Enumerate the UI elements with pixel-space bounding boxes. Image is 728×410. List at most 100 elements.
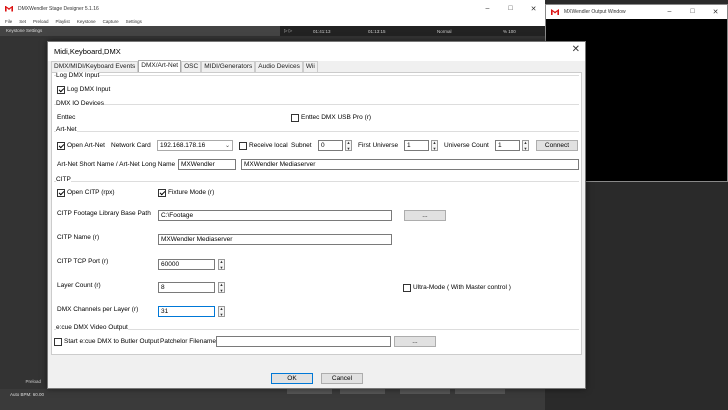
menu-playlist[interactable]: Playlist — [56, 19, 70, 24]
dialog-close-icon[interactable]: ✕ — [572, 44, 580, 55]
tab-audio-devices[interactable]: Audio Devices — [255, 61, 303, 72]
ecue-start-checkbox[interactable] — [54, 338, 62, 346]
receive-local-label: Receive local — [249, 142, 288, 149]
open-citp-label: Open CITP (rpx) — [67, 189, 115, 196]
chevron-down-icon: ⌄ — [224, 143, 230, 149]
open-citp-checkbox[interactable] — [57, 189, 65, 197]
auto-bpm-status: Auto BPM: 60.00 — [10, 392, 45, 397]
layer-count-label: Layer Count (r) — [57, 282, 101, 289]
enttec-label: Enttec — [57, 114, 76, 121]
citp-tcp-port-spinner[interactable] — [218, 259, 225, 270]
menu-file[interactable]: File — [5, 19, 12, 24]
output-minimize-icon[interactable]: – — [658, 8, 681, 16]
footage-browse-button[interactable]: ... — [404, 210, 446, 221]
universe-count-input[interactable]: 1 — [495, 140, 520, 151]
ultra-mode-label: Ultra-Mode ( With Master control ) — [413, 284, 511, 291]
connect-button[interactable]: Connect — [536, 140, 578, 151]
tab-osc[interactable]: OSC — [181, 61, 202, 72]
ecue-start-label: Start e:cue DMX to Butler Output — [64, 338, 160, 345]
subnet-spinner[interactable] — [345, 140, 352, 151]
menu-settings[interactable]: Settings — [126, 19, 142, 24]
tab-midi-generators[interactable]: MIDI/Generators — [201, 61, 256, 72]
artnet-panel: Log DMX Input Log DMX Input DMX IO Devic… — [51, 72, 582, 355]
log-dmx-input-checkbox[interactable] — [57, 86, 65, 94]
tab-wii[interactable]: Wii — [302, 61, 318, 72]
output-window-title: MXWendler Output Window — [564, 9, 626, 15]
patchelor-input[interactable] — [216, 336, 391, 347]
open-artnet-checkbox[interactable] — [57, 142, 65, 150]
dmx-io-group-label: DMX IO Devices — [56, 100, 105, 107]
fixture-mode-checkbox[interactable] — [158, 189, 166, 197]
output-close-icon[interactable]: ✕ — [704, 8, 727, 16]
cancel-button[interactable]: Cancel — [321, 373, 363, 384]
preload-label: Preload — [0, 377, 48, 386]
app-logo-icon — [5, 5, 13, 12]
log-dmx-group-label: Log DMX Input — [56, 72, 100, 79]
subnet-label: Subnet — [291, 142, 312, 149]
artnet-short-name-input[interactable]: MXWendler — [178, 159, 236, 170]
citp-name-label: CITP Name (r) — [57, 234, 100, 241]
citp-tcp-port-input[interactable]: 60000 — [158, 259, 215, 270]
patchelor-browse-button[interactable]: ... — [394, 336, 436, 347]
artnet-long-name-input[interactable]: MXWendler Mediaserver — [241, 159, 579, 170]
enttec-usb-pro-label: Enttec DMX USB Pro (r) — [301, 114, 372, 121]
output-maximize-icon[interactable]: □ — [681, 8, 704, 16]
artnet-group-label: Art-Net — [56, 126, 77, 133]
subnet-input[interactable]: 0 — [318, 140, 343, 151]
fixture-mode-label: Fixture Mode (r) — [168, 189, 215, 196]
network-card-value: 192.168.178.16 — [160, 142, 206, 149]
footage-path-label: CITP Footage Library Base Path — [57, 210, 151, 217]
dmx-channels-spinner[interactable] — [218, 306, 225, 317]
citp-name-input[interactable]: MXWendler Mediaserver — [158, 234, 392, 245]
close-icon[interactable]: ✕ — [522, 5, 545, 13]
citp-group-label: CITP — [56, 176, 71, 183]
citp-group — [54, 181, 579, 325]
dialog-tabs: DMX/MIDI/Keyboard Events DMX/Art-Net OSC… — [51, 60, 318, 72]
main-titlebar: DMXWendler Stage Designer 5.1.16 – □ ✕ — [0, 0, 545, 17]
settings-dialog: Midi,Keyboard,DMX ✕ DMX/MIDI/Keyboard Ev… — [47, 41, 586, 389]
footage-path-input[interactable]: C:\Footage — [158, 210, 392, 221]
menu-preload[interactable]: Preload — [33, 19, 49, 24]
dmx-channels-input[interactable]: 31 — [158, 306, 215, 317]
main-window-title: DMXWendler Stage Designer 5.1.16 — [18, 5, 99, 12]
dialog-title: Midi,Keyboard,DMX — [48, 42, 585, 61]
tab-dmx-midi-keyboard[interactable]: DMX/MIDI/Keyboard Events — [51, 61, 139, 72]
first-universe-input[interactable]: 1 — [404, 140, 429, 151]
tab-dmx-artnet[interactable]: DMX/Art-Net — [138, 60, 182, 72]
enttec-usb-pro-checkbox[interactable] — [291, 114, 299, 122]
patchelor-label: Patchelor Filename — [160, 338, 216, 345]
transport-time2: 01:13:15 — [368, 28, 386, 34]
ok-button[interactable]: OK — [271, 373, 313, 384]
open-artnet-label: Open Art-Net — [67, 142, 105, 149]
ecue-group-label: e:cue DMX Video Output — [56, 324, 128, 331]
first-universe-spinner[interactable] — [431, 140, 438, 151]
maximize-icon[interactable]: □ — [499, 5, 522, 13]
receive-local-checkbox[interactable] — [239, 142, 247, 150]
minimize-icon[interactable]: – — [476, 5, 499, 13]
menu-keystone[interactable]: Keystone — [77, 19, 96, 24]
layer-count-spinner[interactable] — [218, 282, 225, 293]
universe-count-label: Universe Count — [444, 142, 489, 149]
ultra-mode-checkbox[interactable] — [403, 284, 411, 292]
menu-capture[interactable]: Capture — [103, 19, 119, 24]
transport-bar: ▷ ▷ 01:41:13 01:13:15 Normal % 100 — [280, 26, 545, 36]
transport-percent: % 100 — [503, 28, 516, 34]
keystone-settings-header: Keystone Settings — [0, 26, 280, 36]
menu-set[interactable]: Set — [19, 19, 26, 24]
play-icon[interactable]: ▷ ▷ — [284, 28, 292, 34]
network-card-select[interactable]: 192.168.178.16 ⌄ — [157, 140, 233, 151]
output-titlebar: MXWendler Output Window – □ ✕ — [546, 5, 727, 19]
dmx-channels-label: DMX Channels per Layer (r) — [57, 306, 139, 313]
network-card-label: Network Card — [111, 142, 151, 149]
artnet-name-label: Art-Net Short Name / Art-Net Long Name — [57, 161, 176, 168]
transport-mode: Normal — [437, 28, 452, 34]
main-menubar: File Set Preload Playlist Keystone Captu… — [0, 17, 545, 26]
universe-count-spinner[interactable] — [522, 140, 529, 151]
output-logo-icon — [551, 9, 559, 15]
log-dmx-input-label: Log DMX Input — [67, 86, 111, 93]
layer-count-input[interactable]: 8 — [158, 282, 215, 293]
artnet-group — [54, 131, 579, 177]
log-dmx-group — [54, 75, 579, 101]
transport-time1: 01:41:13 — [313, 28, 331, 34]
citp-tcp-port-label: CITP TCP Port (r) — [57, 258, 109, 265]
